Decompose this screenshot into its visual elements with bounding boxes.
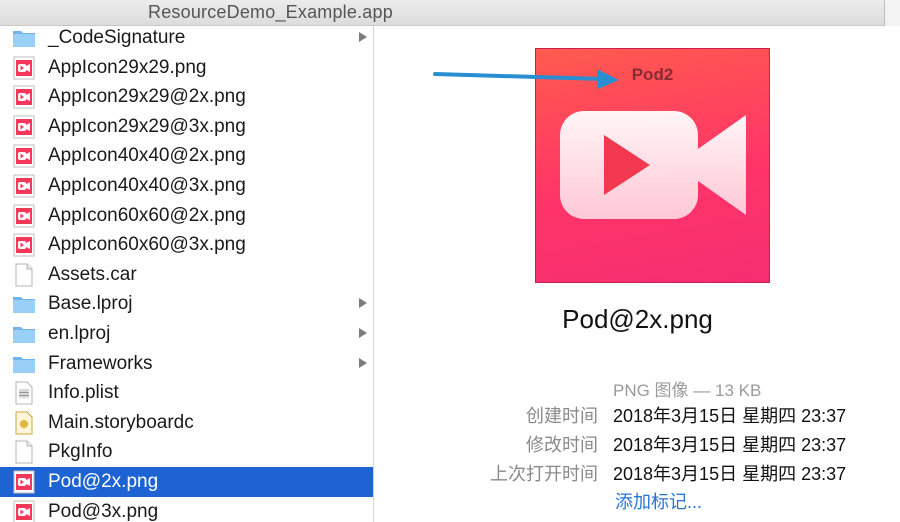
file-name-label: AppIcon40x40@2x.png <box>48 145 246 167</box>
file-name-label: _CodeSignature <box>48 27 186 48</box>
png-image-icon <box>12 204 36 228</box>
folder-icon <box>12 26 36 50</box>
preview-kind-size: PNG 图像 — 13 KB <box>613 381 762 400</box>
file-list-item[interactable]: AppIcon40x40@2x.png <box>0 141 373 171</box>
file-list-item[interactable]: Assets.car <box>0 260 373 290</box>
preview-pane: Pod2 Pod@2x.png PNG 图像 — 13 KB 创建时间 2018… <box>375 26 900 522</box>
folder-icon <box>12 352 36 376</box>
file-name-label: AppIcon40x40@3x.png <box>48 175 246 196</box>
disclosure-triangle-icon[interactable] <box>359 357 367 368</box>
png-image-icon <box>12 174 36 198</box>
file-name-label: AppIcon29x29@2x.png <box>48 86 246 108</box>
blank-document-icon <box>12 263 36 287</box>
meta-modified-value: 2018年3月15日 星期四 23:37 <box>613 435 847 455</box>
file-list-item[interactable]: AppIcon29x29@3x.png <box>0 112 373 142</box>
meta-last-opened-row: 上次打开时间 2018年3月15日 星期四 23:37 <box>375 460 900 486</box>
file-list-item[interactable]: Main.storyboardc <box>0 408 373 438</box>
file-list-item[interactable]: Base.lproj <box>0 289 373 319</box>
titlebar-scroll-edge <box>884 0 900 26</box>
window-title: ResourceDemo_Example.app <box>148 2 393 22</box>
file-list-column[interactable]: _CodeSignature AppIcon29x29.png AppIcon29x… <box>0 26 374 522</box>
file-list-item[interactable]: AppIcon60x60@2x.png <box>0 201 373 231</box>
file-name-label: Frameworks <box>48 352 153 374</box>
folder-icon <box>12 322 36 346</box>
file-name-label: AppIcon60x60@3x.png <box>48 234 246 256</box>
file-list-item[interactable]: _CodeSignature <box>0 26 373 53</box>
annotation-arrow-icon <box>433 69 619 89</box>
png-image-icon <box>12 115 36 139</box>
file-list-item[interactable]: Info.plist <box>0 378 373 408</box>
file-list-item[interactable]: PkgInfo <box>0 437 373 467</box>
preview-filename: Pod@2x.png <box>562 304 713 334</box>
meta-modified-label: 修改时间 <box>526 435 598 455</box>
file-name-label: Info.plist <box>48 382 119 404</box>
png-image-icon <box>12 56 36 80</box>
meta-created-row: 创建时间 2018年3月15日 星期四 23:37 <box>375 402 900 428</box>
folder-icon <box>12 292 36 316</box>
file-list-item[interactable]: Pod@3x.png <box>0 497 373 522</box>
plist-document-icon <box>12 381 36 405</box>
png-image-icon <box>12 144 36 168</box>
file-name-label: en.lproj <box>48 323 111 344</box>
window-titlebar: ResourceDemo_Example.app <box>0 0 900 26</box>
file-list-item[interactable]: AppIcon60x60@3x.png <box>0 230 373 260</box>
storyboard-icon <box>12 411 36 435</box>
meta-last-opened-value: 2018年3月15日 星期四 23:37 <box>613 464 847 484</box>
meta-modified-row: 修改时间 2018年3月15日 星期四 23:37 <box>375 431 900 457</box>
meta-last-opened-label: 上次打开时间 <box>490 464 598 484</box>
png-image-icon <box>12 233 36 257</box>
file-name-label: AppIcon60x60@2x.png <box>48 204 246 226</box>
add-tags-link[interactable]: 添加标记... <box>615 488 702 514</box>
file-name-label: Pod@3x.png <box>48 500 159 522</box>
file-list-item[interactable]: Frameworks <box>0 349 373 379</box>
disclosure-triangle-icon[interactable] <box>359 328 367 338</box>
file-name-label: Pod@2x.png <box>48 471 159 492</box>
png-image-icon <box>12 85 36 109</box>
meta-created-value: 2018年3月15日 星期四 23:37 <box>613 406 847 426</box>
file-name-label: AppIcon29x29.png <box>48 56 207 78</box>
meta-created-label: 创建时间 <box>526 406 598 426</box>
file-list-item[interactable]: AppIcon29x29.png <box>0 53 373 83</box>
disclosure-triangle-icon[interactable] <box>359 298 367 309</box>
file-list-item[interactable]: Pod@2x.png <box>0 467 373 497</box>
blank-document-icon <box>12 440 36 464</box>
file-list-item[interactable]: AppIcon40x40@3x.png <box>0 171 373 201</box>
file-name-label: PkgInfo <box>48 441 113 463</box>
file-name-label: Assets.car <box>48 263 137 285</box>
png-image-icon <box>12 500 36 522</box>
disclosure-triangle-icon[interactable] <box>359 32 367 42</box>
file-name-label: AppIcon29x29@3x.png <box>48 115 246 137</box>
file-name-label: Main.storyboardc <box>48 411 194 433</box>
file-list-item[interactable]: en.lproj <box>0 319 373 349</box>
file-list-item[interactable]: AppIcon29x29@2x.png <box>0 82 373 112</box>
file-name-label: Base.lproj <box>48 293 133 315</box>
png-image-icon <box>12 470 36 494</box>
